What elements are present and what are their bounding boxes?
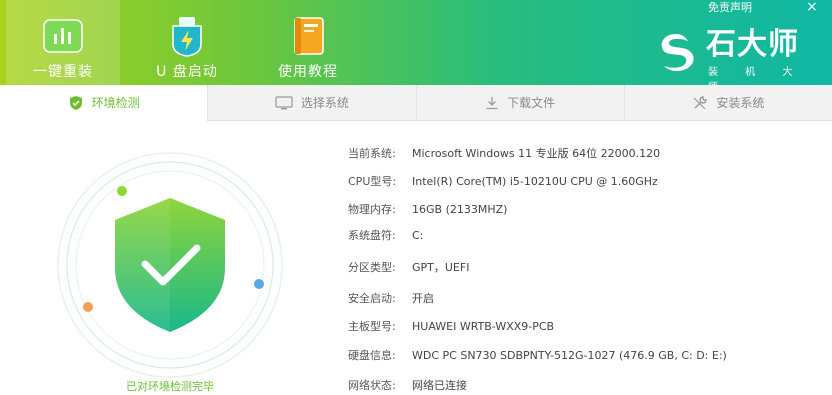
download-icon xyxy=(486,96,498,109)
nav-label: 一键重装 xyxy=(33,64,93,80)
info-value: WDC PC SN730 SDBPNTY-512G-1027 (476.9 GB… xyxy=(412,348,727,362)
info-row-memory: 物理内存: 16GB (2133MHZ) xyxy=(348,199,507,219)
info-key: 安全启动: xyxy=(348,292,396,305)
nav-label: 使用教程 xyxy=(278,64,338,80)
app-header: 一键重装 U 盘启动 使用教程 免责声明 × 石大师 装 机 大 师 xyxy=(0,0,832,93)
tab-install-system[interactable]: 安装系统 xyxy=(623,85,832,121)
info-key: 物理内存: xyxy=(348,203,396,216)
shield-check-icon xyxy=(69,95,82,110)
wrench-icon xyxy=(693,95,708,109)
step-tabs: 环境检测 选择系统 下载文件 安装系统 xyxy=(0,85,832,121)
detection-radar xyxy=(57,152,283,378)
info-value: 16GB (2133MHZ) xyxy=(412,202,508,216)
info-key: 硬盘信息: xyxy=(348,349,396,362)
close-icon[interactable]: × xyxy=(806,0,818,15)
info-row-secure-boot: 安全启动: 开启 xyxy=(348,288,434,308)
monitor-icon xyxy=(275,95,293,109)
tab-environment-check[interactable]: 环境检测 xyxy=(0,85,208,121)
disclaimer-link[interactable]: 免责声明 xyxy=(708,0,752,16)
logo-title: 石大师 xyxy=(706,27,799,62)
info-row-network: 网络状态: 网络已连接 xyxy=(348,375,467,395)
info-row-partition: 分区类型: GPT，UEFI xyxy=(348,257,469,277)
tab-label: 安装系统 xyxy=(716,96,765,110)
info-key: 主板型号: xyxy=(348,320,396,333)
bar-chart-icon xyxy=(43,19,83,53)
info-key: 分区类型: xyxy=(348,261,396,274)
orbit-dot-green xyxy=(117,186,127,196)
info-value: HUAWEI WRTB-WXX9-PCB xyxy=(412,319,555,333)
info-value: 网络已连接 xyxy=(412,379,467,392)
logo-icon xyxy=(661,34,694,72)
info-key: CPU型号: xyxy=(348,175,397,188)
info-key: 网络状态: xyxy=(348,379,396,392)
info-key: 当前系统: xyxy=(348,147,396,160)
orbit-dot-blue xyxy=(254,279,264,289)
info-value: GPT，UEFI xyxy=(412,261,470,274)
tab-select-system[interactable]: 选择系统 xyxy=(207,85,416,121)
info-row-current-system: 当前系统: Microsoft Windows 11 专业版 64位 22000… xyxy=(348,143,660,163)
info-row-cpu: CPU型号: Intel(R) Core(TM) i5-10210U CPU @… xyxy=(348,171,658,191)
info-row-system-drive: 系统盘符: C: xyxy=(348,225,423,245)
tab-label: 下载文件 xyxy=(507,96,556,110)
orbit-dot-orange xyxy=(83,302,93,312)
tab-label: 选择系统 xyxy=(300,96,349,110)
nav-label: U 盘启动 xyxy=(156,64,218,80)
nav-tutorial[interactable]: 使用教程 xyxy=(251,0,365,85)
nav-one-click-reinstall[interactable]: 一键重装 xyxy=(6,0,120,85)
usb-flash-icon xyxy=(172,17,202,57)
info-value: 开启 xyxy=(412,292,434,305)
book-icon xyxy=(294,17,324,55)
tab-download-files[interactable]: 下载文件 xyxy=(415,85,624,121)
info-value: Microsoft Windows 11 专业版 64位 22000.120 xyxy=(412,147,661,160)
info-row-motherboard: 主板型号: HUAWEI WRTB-WXX9-PCB xyxy=(348,316,554,336)
info-value: C: xyxy=(412,228,424,242)
detection-status: 已对环境检测完毕 xyxy=(126,380,214,393)
info-key: 系统盘符: xyxy=(348,229,396,242)
tab-label: 环境检测 xyxy=(91,96,140,110)
info-row-disk: 硬盘信息: WDC PC SN730 SDBPNTY-512G-1027 (47… xyxy=(348,345,727,365)
info-value: Intel(R) Core(TM) i5-10210U CPU @ 1.60GH… xyxy=(412,174,658,188)
nav-usb-boot[interactable]: U 盘启动 xyxy=(130,0,244,85)
